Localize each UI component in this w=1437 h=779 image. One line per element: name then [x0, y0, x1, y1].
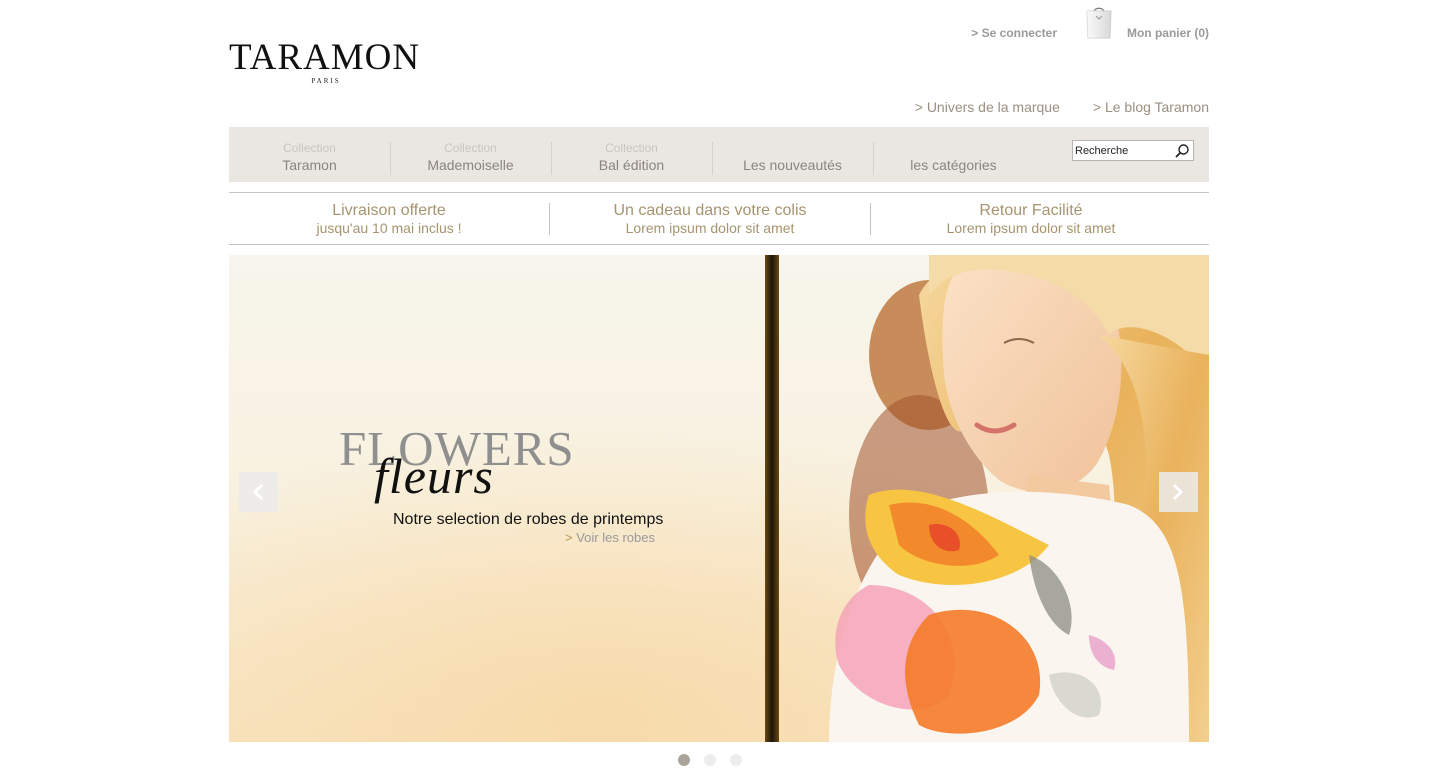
promo-title: Un cadeau dans votre colis [613, 202, 807, 219]
main-nav: Collection Taramon Collection Mademoisel… [229, 127, 1209, 182]
nav-item-nouveautes[interactable]: Les nouveautés [712, 141, 873, 175]
promo-title: Livraison offerte [332, 202, 446, 219]
see-dresses-label: Voir les robes [576, 530, 655, 545]
hero-script-title: fleurs [374, 448, 494, 504]
nav-item-label: Bal édition [598, 157, 665, 173]
search-input[interactable] [1075, 142, 1171, 159]
promo-band: Livraison offerte jusqu'au 10 mai inclus… [229, 192, 1209, 245]
nav-item-label: les catégories [910, 157, 997, 173]
login-link[interactable]: > Se connecter [971, 26, 1057, 40]
promo-easy-return[interactable]: Retour Facilité Lorem ipsum dolor sit am… [871, 202, 1191, 236]
hero-caption: Notre selection de robes de printemps [393, 511, 664, 528]
brand-links: > Univers de la marque > Le blog Taramon [915, 99, 1209, 115]
search-box [1072, 140, 1194, 161]
brand-universe-link[interactable]: > Univers de la marque [915, 99, 1060, 115]
promo-free-delivery[interactable]: Livraison offerte jusqu'au 10 mai inclus… [229, 202, 549, 236]
nav-item-collection-taramon[interactable]: Collection Taramon [229, 141, 390, 175]
nav-item-categories[interactable]: les catégories [873, 141, 1034, 175]
see-dresses-link[interactable]: > Voir les robes [565, 530, 655, 545]
blog-link[interactable]: > Le blog Taramon [1093, 99, 1209, 115]
nav-item-kicker [712, 141, 873, 155]
brand-logo[interactable]: TARAMON PARIS [229, 37, 421, 86]
cart-link[interactable]: Mon panier (0) [1127, 26, 1209, 40]
promo-title: Retour Facilité [979, 202, 1083, 219]
nav-item-kicker: Collection [605, 141, 658, 155]
promo-subtitle: Lorem ipsum dolor sit amet [625, 220, 795, 236]
slider-prev-button[interactable] [239, 472, 278, 512]
nav-item-label: Taramon [282, 157, 337, 173]
nav-item-collection-mademoiselle[interactable]: Collection Mademoiselle [390, 141, 551, 175]
nav-item-kicker: Collection [444, 141, 497, 155]
promo-subtitle: Lorem ipsum dolor sit amet [946, 220, 1116, 236]
slide-dot-3[interactable] [730, 754, 742, 766]
slider-next-button[interactable] [1159, 472, 1198, 512]
search-icon[interactable] [1174, 143, 1190, 159]
nav-item-kicker [873, 141, 1034, 155]
promo-gift[interactable]: Un cadeau dans votre colis Lorem ipsum d… [550, 202, 870, 236]
logo-subtitle: PARIS [311, 77, 341, 85]
link-arrow: > [565, 530, 573, 545]
logo-text: TARAMON [229, 37, 421, 78]
page-container: TARAMON PARIS > Se connecter Mon panier … [229, 0, 1209, 779]
slide-dot-1[interactable] [678, 754, 690, 766]
nav-item-collection-bal-edition[interactable]: Collection Bal édition [551, 141, 712, 175]
promo-subtitle: jusqu'au 10 mai inclus ! [316, 220, 462, 236]
nav-item-label: Les nouveautés [743, 157, 842, 173]
nav-item-label: Mademoiselle [427, 157, 514, 173]
slide-dot-2[interactable] [704, 754, 716, 766]
nav-item-kicker: Collection [283, 141, 336, 155]
hero-slider[interactable]: FLOWERS fleurs Notre selection de robes … [229, 255, 1209, 742]
shopping-bag-icon[interactable] [1085, 4, 1113, 40]
